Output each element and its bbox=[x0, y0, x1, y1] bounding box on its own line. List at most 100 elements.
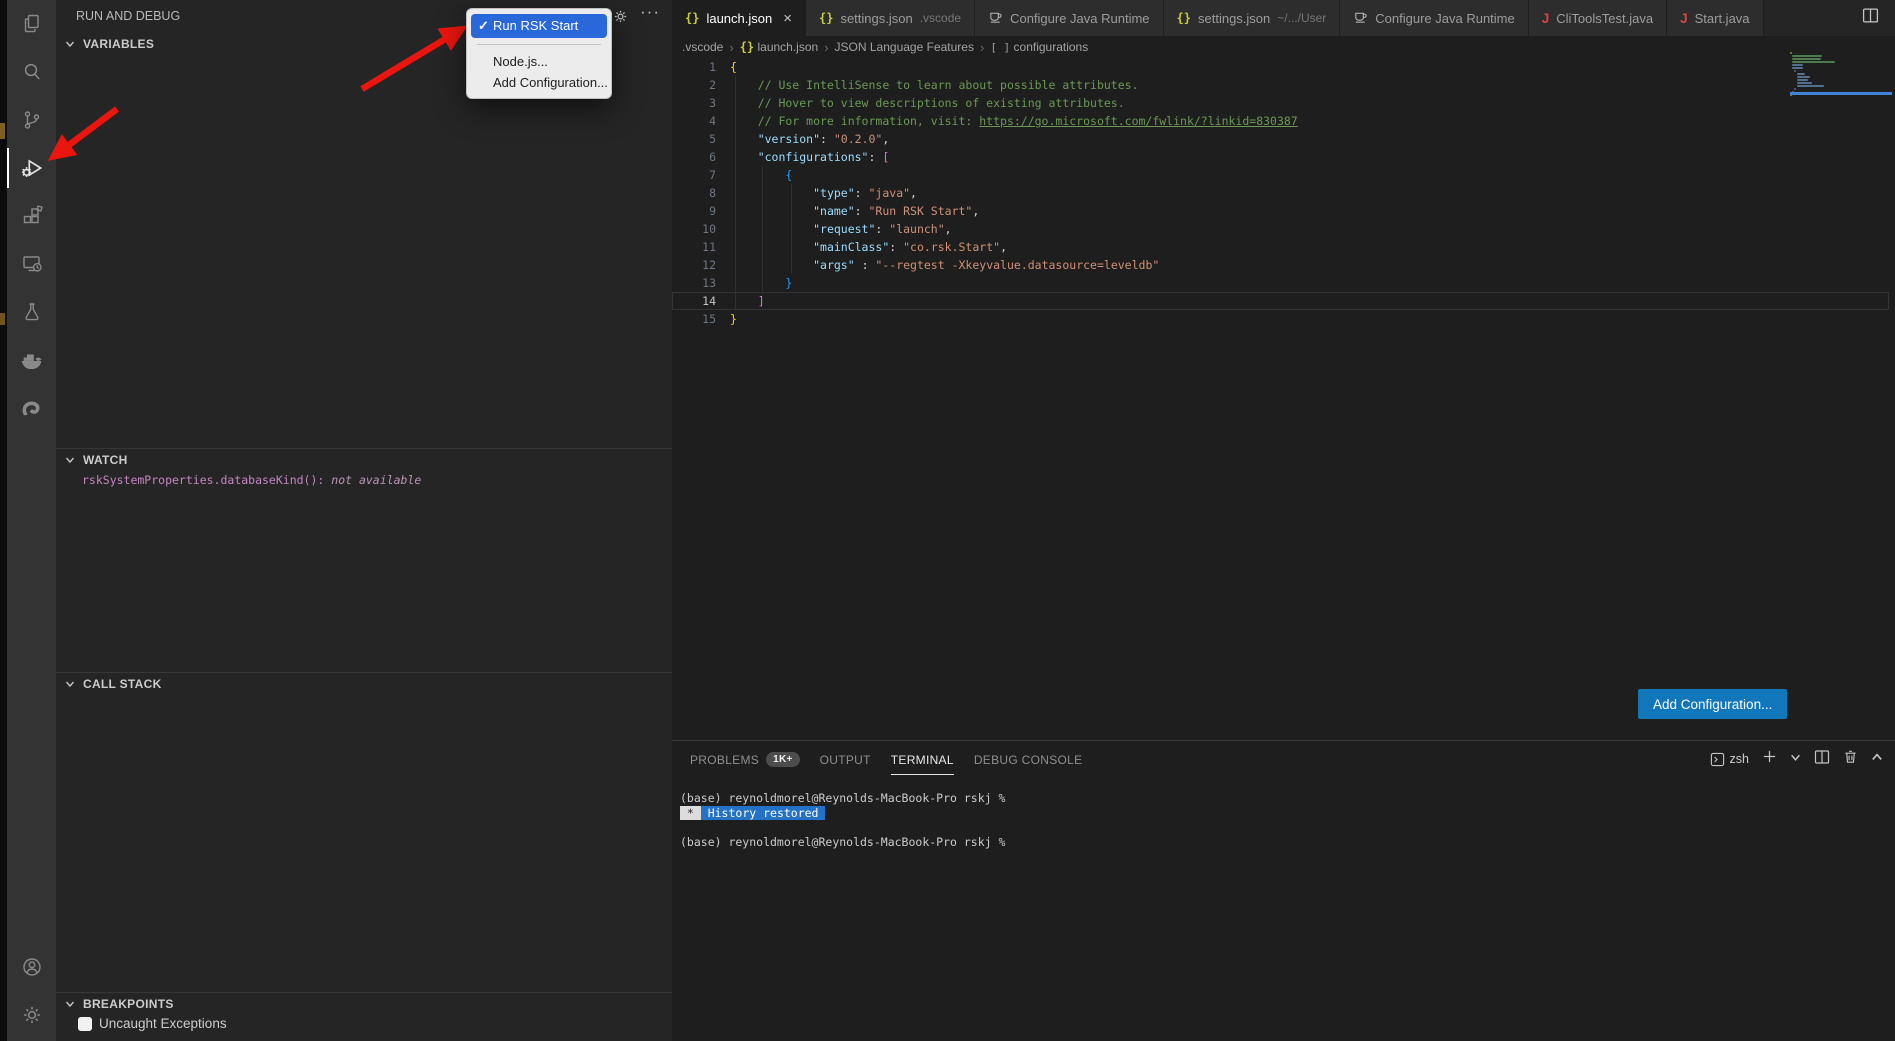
split-terminal-icon[interactable] bbox=[1814, 749, 1830, 770]
explorer-icon[interactable] bbox=[7, 0, 56, 48]
add-configuration-button[interactable]: Add Configuration... bbox=[1638, 689, 1787, 719]
more-actions-icon[interactable]: ··· bbox=[640, 2, 660, 22]
code-line-content: "mainClass": "co.rsk.Start", bbox=[730, 238, 1007, 256]
breadcrumb-item[interactable]: JSON Language Features bbox=[835, 40, 974, 54]
terminal-output[interactable]: (base) reynoldmorel@Reynolds-MacBook-Pro… bbox=[680, 791, 1012, 849]
run-and-debug-sidebar: RUN AND DEBUG ··· VARIABLES bbox=[56, 0, 672, 1041]
code-line[interactable]: 5 "version": "0.2.0", bbox=[672, 130, 1895, 148]
menu-item[interactable]: Add Configuration... bbox=[467, 72, 611, 93]
debug-settings-gear-icon[interactable] bbox=[612, 8, 629, 30]
line-number: 14 bbox=[682, 292, 716, 310]
code-editor[interactable]: 1{2 // Use IntelliSense to learn about p… bbox=[672, 58, 1895, 328]
breadcrumb-separator: › bbox=[824, 40, 828, 55]
editor-tab[interactable]: JStart.java bbox=[1667, 0, 1763, 36]
code-line[interactable]: 2 // Use IntelliSense to learn about pos… bbox=[672, 76, 1895, 94]
bottom-panel: PROBLEMS1K+OUTPUTTERMINALDEBUG CONSOLE z… bbox=[672, 740, 1895, 1041]
breadcrumb-label: configurations bbox=[1010, 40, 1088, 54]
menu-item[interactable]: Node.js... bbox=[467, 51, 611, 72]
breadcrumb-item[interactable]: [ ] configurations bbox=[990, 40, 1088, 54]
gradle-icon[interactable] bbox=[7, 384, 56, 432]
tabs-container: {}launch.json×{}settings.json.vscodeConf… bbox=[672, 0, 1764, 36]
code-line[interactable]: 4 // For more information, visit: https:… bbox=[672, 112, 1895, 130]
chevron-down-icon bbox=[62, 679, 78, 689]
breadcrumb-item[interactable]: {} launch.json bbox=[740, 40, 819, 54]
code-line[interactable]: 8 "type": "java", bbox=[672, 184, 1895, 202]
minimap-line bbox=[1797, 73, 1805, 75]
breadcrumb-item[interactable]: .vscode bbox=[682, 40, 723, 54]
code-line[interactable]: 7 { bbox=[672, 166, 1895, 184]
code-line[interactable]: 6 "configurations": [ bbox=[672, 148, 1895, 166]
maximize-panel-chevron-icon[interactable] bbox=[1871, 750, 1883, 768]
breadcrumb-label: .vscode bbox=[682, 40, 723, 54]
terminal-line bbox=[680, 820, 1012, 835]
breadcrumb-separator: › bbox=[729, 40, 733, 55]
editor-tab[interactable]: {}settings.json~/.../User bbox=[1164, 0, 1341, 36]
remote-explorer-icon[interactable] bbox=[7, 240, 56, 288]
activity-bar bbox=[7, 0, 56, 1041]
search-icon[interactable] bbox=[7, 48, 56, 96]
minimap-line bbox=[1797, 82, 1812, 84]
tab-bar: {}launch.json×{}settings.json.vscodeConf… bbox=[672, 0, 1895, 36]
code-line[interactable]: 1{ bbox=[672, 58, 1895, 76]
chevron-down-icon bbox=[62, 455, 78, 465]
code-line-content: "name": "Run RSK Start", bbox=[730, 202, 979, 220]
watch-value: not available bbox=[331, 473, 421, 487]
watch-section-header[interactable]: WATCH bbox=[56, 448, 672, 470]
panel-tab-debug-console[interactable]: DEBUG CONSOLE bbox=[964, 741, 1093, 777]
run-and-debug-icon[interactable] bbox=[7, 144, 56, 192]
menu-item-selected-config[interactable]: ✓Run RSK Start bbox=[471, 14, 607, 38]
code-line[interactable]: 10 "request": "launch", bbox=[672, 220, 1895, 238]
split-editor-icon[interactable] bbox=[1862, 7, 1879, 29]
code-line-content: "configurations": [ bbox=[730, 148, 889, 166]
code-line[interactable]: 9 "name": "Run RSK Start", bbox=[672, 202, 1895, 220]
docker-icon[interactable] bbox=[7, 336, 56, 384]
terminal-dropdown-chevron-icon[interactable] bbox=[1790, 750, 1801, 768]
checkmark-icon: ✓ bbox=[478, 14, 489, 38]
call-stack-section-header[interactable]: CALL STACK bbox=[56, 672, 672, 694]
code-line[interactable]: 15} bbox=[672, 310, 1895, 328]
breakpoint-row: Uncaught Exceptions bbox=[78, 1016, 227, 1031]
accounts-icon[interactable] bbox=[7, 943, 56, 991]
minimap[interactable] bbox=[1790, 52, 1892, 97]
json-file-icon: {} bbox=[1177, 11, 1191, 25]
line-number: 9 bbox=[682, 202, 716, 220]
array-symbol-icon: [ ] bbox=[990, 41, 1010, 54]
editor-tab[interactable]: Configure Java Runtime bbox=[975, 0, 1163, 36]
line-number: 5 bbox=[682, 130, 716, 148]
editor-tab[interactable]: {}launch.json× bbox=[672, 0, 806, 36]
tab-label: Start.java bbox=[1695, 11, 1750, 26]
code-line-content: // Hover to view descriptions of existin… bbox=[730, 94, 1125, 112]
code-line[interactable]: 12 "args" : "--regtest -Xkeyvalue.dataso… bbox=[672, 256, 1895, 274]
kill-terminal-trash-icon[interactable] bbox=[1843, 749, 1858, 769]
terminal-line: (base) reynoldmorel@Reynolds-MacBook-Pro… bbox=[680, 835, 1012, 850]
new-terminal-icon[interactable] bbox=[1762, 749, 1777, 769]
source-control-icon[interactable] bbox=[7, 96, 56, 144]
code-line[interactable]: 14 ] bbox=[672, 292, 1895, 310]
editor-tab[interactable]: Configure Java Runtime bbox=[1340, 0, 1528, 36]
editor-tab[interactable]: JCliToolsTest.java bbox=[1529, 0, 1667, 36]
terminal-highlight: * bbox=[680, 806, 701, 820]
settings-gear-icon[interactable] bbox=[7, 991, 56, 1039]
code-line[interactable]: 13 } bbox=[672, 274, 1895, 292]
sidebar-title: RUN AND DEBUG bbox=[76, 0, 180, 33]
code-line-content: "type": "java", bbox=[730, 184, 917, 202]
code-line-content: // For more information, visit: https://… bbox=[730, 112, 1298, 130]
watch-expression-row[interactable]: rskSystemProperties.databaseKind(): not … bbox=[82, 473, 421, 487]
terminal-line: (base) reynoldmorel@Reynolds-MacBook-Pro… bbox=[680, 791, 1012, 806]
testing-icon[interactable] bbox=[7, 288, 56, 336]
desktop-edge-strip bbox=[0, 0, 7, 1041]
terminal-shell-select[interactable]: zsh bbox=[1710, 752, 1749, 767]
panel-tab-output[interactable]: OUTPUT bbox=[810, 741, 881, 777]
panel-tab-terminal[interactable]: TERMINAL bbox=[881, 741, 964, 777]
tab-label: Configure Java Runtime bbox=[1375, 11, 1514, 26]
uncaught-exceptions-checkbox[interactable] bbox=[78, 1017, 92, 1031]
breakpoints-section-header[interactable]: BREAKPOINTS bbox=[56, 992, 672, 1014]
code-line[interactable]: 11 "mainClass": "co.rsk.Start", bbox=[672, 238, 1895, 256]
editor-tab[interactable]: {}settings.json.vscode bbox=[806, 0, 975, 36]
panel-tab-problems[interactable]: PROBLEMS1K+ bbox=[680, 741, 810, 777]
line-number: 1 bbox=[682, 58, 716, 76]
code-line[interactable]: 3 // Hover to view descriptions of exist… bbox=[672, 94, 1895, 112]
extensions-icon[interactable] bbox=[7, 192, 56, 240]
minimap-line bbox=[1797, 85, 1825, 87]
close-icon[interactable]: × bbox=[783, 11, 792, 26]
